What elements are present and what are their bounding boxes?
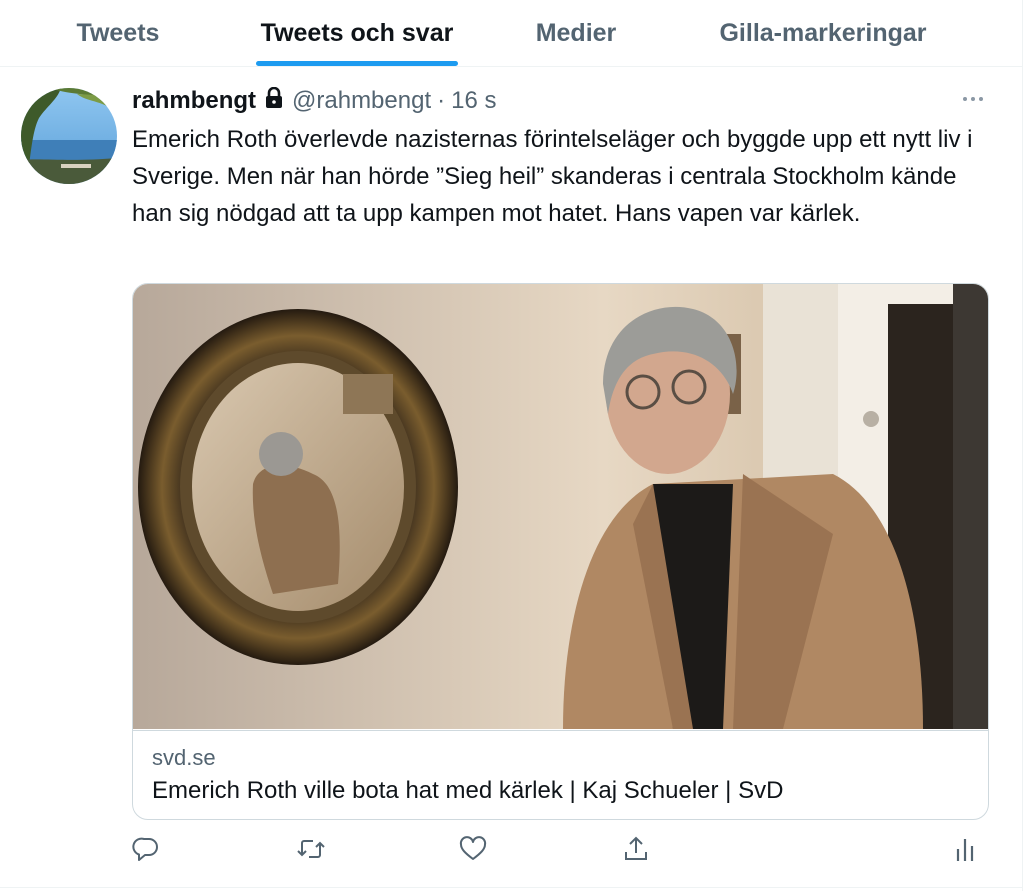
- tweet[interactable]: rahmbengt @rahmbengt · 16 s Emerich Roth…: [0, 67, 1022, 888]
- active-tab-indicator: [256, 61, 458, 66]
- retweet-icon[interactable]: [296, 835, 326, 865]
- avatar-landscape-image: [21, 88, 117, 184]
- like-icon[interactable]: [459, 835, 489, 865]
- card-title: Emerich Roth ville bota hat med kärlek |…: [152, 777, 784, 804]
- tweet-actions: [0, 831, 1022, 871]
- tweet-header: rahmbengt @rahmbengt · 16 s: [132, 85, 497, 117]
- share-icon[interactable]: [622, 835, 652, 865]
- display-name[interactable]: rahmbengt: [132, 87, 256, 115]
- user-handle[interactable]: @rahmbengt: [292, 87, 431, 115]
- tab-tweets[interactable]: Tweets: [56, 0, 180, 66]
- card-info: svd.se Emerich Roth ville bota hat med k…: [133, 730, 988, 819]
- more-options-icon[interactable]: [961, 87, 985, 116]
- lock-icon: [264, 86, 284, 116]
- profile-tabs: Tweets Tweets och svar Medier Gilla-mark…: [0, 0, 1022, 67]
- separator: ·: [437, 87, 446, 114]
- card-image: [133, 284, 988, 729]
- card-domain: svd.se: [152, 745, 216, 770]
- profile-timeline: Tweets Tweets och svar Medier Gilla-mark…: [0, 0, 1023, 891]
- tweet-text: Emerich Roth överlevde nazisternas förin…: [132, 126, 973, 227]
- reply-icon[interactable]: [132, 835, 162, 865]
- tab-media[interactable]: Medier: [522, 0, 630, 66]
- link-card[interactable]: svd.se Emerich Roth ville bota hat med k…: [132, 283, 989, 820]
- tab-likes[interactable]: Gilla-markeringar: [700, 0, 946, 66]
- tweet-time[interactable]: 16 s: [451, 87, 496, 115]
- avatar[interactable]: [21, 88, 117, 184]
- analytics-icon[interactable]: [952, 835, 982, 865]
- tab-tweets-and-replies[interactable]: Tweets och svar: [248, 0, 466, 66]
